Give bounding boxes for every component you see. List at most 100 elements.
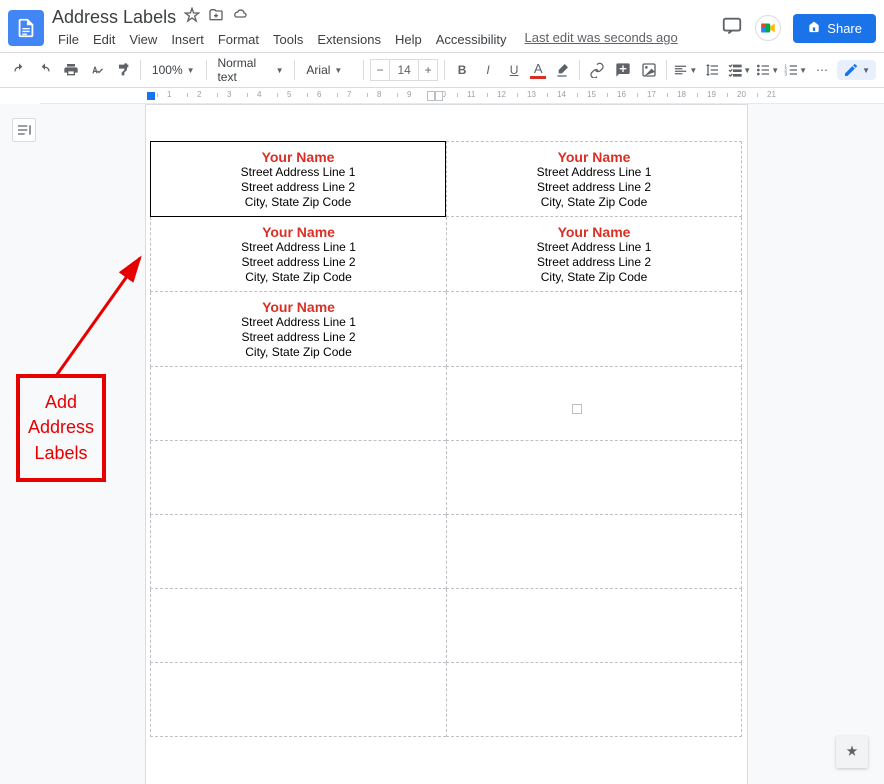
text-color-button[interactable]: A: [529, 58, 547, 82]
comments-icon[interactable]: [721, 15, 743, 42]
ruler-tick: 18: [677, 90, 686, 99]
address-label-cell[interactable]: [150, 589, 446, 663]
address-label-cell[interactable]: Your NameStreet Address Line 1Street add…: [150, 292, 446, 367]
label-line1: Street Address Line 1: [451, 165, 737, 180]
ruler-tick: 11: [467, 90, 475, 99]
style-select[interactable]: Normal text▼: [212, 58, 288, 82]
menu-edit[interactable]: Edit: [87, 30, 121, 49]
address-label-cell[interactable]: [446, 589, 742, 663]
address-label-cell[interactable]: [150, 441, 446, 515]
meet-icon[interactable]: [755, 15, 781, 41]
label-name: Your Name: [155, 150, 441, 165]
zoom-select[interactable]: 100%▼: [147, 58, 200, 82]
label-line1: Street Address Line 1: [155, 315, 442, 330]
ruler-tick: 21: [767, 90, 776, 99]
explore-button[interactable]: [836, 736, 868, 768]
menu-file[interactable]: File: [52, 30, 85, 49]
annotation-arrow: [44, 248, 154, 388]
share-button[interactable]: Share: [793, 14, 876, 43]
ruler-tick: 3: [227, 90, 231, 99]
editing-mode-button[interactable]: ▼: [837, 60, 876, 80]
docs-logo[interactable]: [8, 10, 44, 46]
menu-tools[interactable]: Tools: [267, 30, 309, 49]
cloud-icon[interactable]: [232, 7, 248, 28]
address-label-cell[interactable]: [446, 441, 742, 515]
label-line2: Street address Line 2: [155, 330, 442, 345]
address-label-cell[interactable]: Your NameStreet Address Line 1Street add…: [150, 217, 446, 292]
font-size-increase[interactable]: +: [418, 59, 438, 81]
bulleted-list-button[interactable]: ▼: [755, 58, 779, 82]
label-line1: Street Address Line 1: [155, 240, 442, 255]
ruler-tick: 19: [707, 90, 716, 99]
star-icon[interactable]: [184, 7, 200, 28]
italic-button[interactable]: I: [477, 58, 499, 82]
ruler-tick: 8: [377, 90, 381, 99]
spellcheck-button[interactable]: [86, 58, 108, 82]
label-name: Your Name: [155, 300, 442, 315]
menu-help[interactable]: Help: [389, 30, 428, 49]
label-line3: City, State Zip Code: [451, 195, 737, 210]
toolbar: 100%▼ Normal text▼ Arial▼ − 14 + B I U A…: [0, 52, 884, 88]
document-title[interactable]: Address Labels: [52, 7, 176, 28]
address-label-cell[interactable]: Your NameStreet Address Line 1Street add…: [150, 141, 446, 217]
ruler-tick: 9: [407, 90, 411, 99]
insert-image-button[interactable]: [638, 58, 660, 82]
ruler-tick: 1: [167, 90, 171, 99]
menu-bar: File Edit View Insert Format Tools Exten…: [52, 30, 721, 49]
menu-format[interactable]: Format: [212, 30, 265, 49]
numbered-list-button[interactable]: 123▼: [783, 58, 807, 82]
label-line3: City, State Zip Code: [155, 345, 442, 360]
underline-button[interactable]: U: [503, 58, 525, 82]
font-select[interactable]: Arial▼: [301, 58, 357, 82]
highlight-button[interactable]: [551, 58, 573, 82]
font-size-decrease[interactable]: −: [370, 59, 390, 81]
align-button[interactable]: ▼: [673, 58, 697, 82]
ruler-tick: 7: [347, 90, 351, 99]
address-label-cell[interactable]: [446, 663, 742, 737]
address-label-cell[interactable]: [446, 367, 742, 441]
menu-insert[interactable]: Insert: [165, 30, 210, 49]
horizontal-ruler[interactable]: 123456789101112131415161718192021: [40, 88, 884, 104]
ruler-tick: 13: [527, 90, 536, 99]
more-button[interactable]: ⋯: [811, 58, 833, 82]
address-label-cell[interactable]: [446, 292, 742, 367]
label-line1: Street Address Line 1: [155, 165, 441, 180]
ruler-tick: 17: [647, 90, 656, 99]
menu-accessibility[interactable]: Accessibility: [430, 30, 513, 49]
ruler-tick: 6: [317, 90, 321, 99]
insert-link-button[interactable]: [586, 58, 608, 82]
menu-extensions[interactable]: Extensions: [311, 30, 387, 49]
ruler-tick: 2: [197, 90, 201, 99]
ruler-tick: 12: [497, 90, 506, 99]
last-edit-link[interactable]: Last edit was seconds ago: [525, 30, 678, 49]
address-label-cell[interactable]: [446, 515, 742, 589]
redo-button[interactable]: [34, 58, 56, 82]
address-label-cell[interactable]: [150, 663, 446, 737]
address-label-cell[interactable]: Your NameStreet Address Line 1Street add…: [446, 217, 742, 292]
address-label-cell[interactable]: Your NameStreet Address Line 1Street add…: [446, 141, 742, 217]
address-label-cell[interactable]: [150, 515, 446, 589]
font-size-value[interactable]: 14: [390, 59, 418, 81]
document-page: Your NameStreet Address Line 1Street add…: [145, 104, 748, 784]
label-line3: City, State Zip Code: [155, 195, 441, 210]
paint-format-button[interactable]: [112, 58, 134, 82]
label-line2: Street address Line 2: [451, 180, 737, 195]
menu-view[interactable]: View: [123, 30, 163, 49]
undo-button[interactable]: [8, 58, 30, 82]
move-icon[interactable]: [208, 7, 224, 28]
bold-button[interactable]: B: [451, 58, 473, 82]
line-spacing-button[interactable]: [701, 58, 723, 82]
checklist-button[interactable]: ▼: [727, 58, 751, 82]
print-button[interactable]: [60, 58, 82, 82]
label-line1: Street Address Line 1: [451, 240, 737, 255]
document-outline-button[interactable]: [12, 118, 36, 142]
svg-text:3: 3: [784, 71, 787, 76]
table-handle-icon[interactable]: [572, 404, 582, 414]
annotation-callout: Add Address Labels: [16, 374, 106, 482]
label-line2: Street address Line 2: [155, 255, 442, 270]
label-line2: Street address Line 2: [451, 255, 737, 270]
label-line3: City, State Zip Code: [451, 270, 737, 285]
insert-comment-button[interactable]: [612, 58, 634, 82]
address-label-cell[interactable]: [150, 367, 446, 441]
label-name: Your Name: [451, 150, 737, 165]
